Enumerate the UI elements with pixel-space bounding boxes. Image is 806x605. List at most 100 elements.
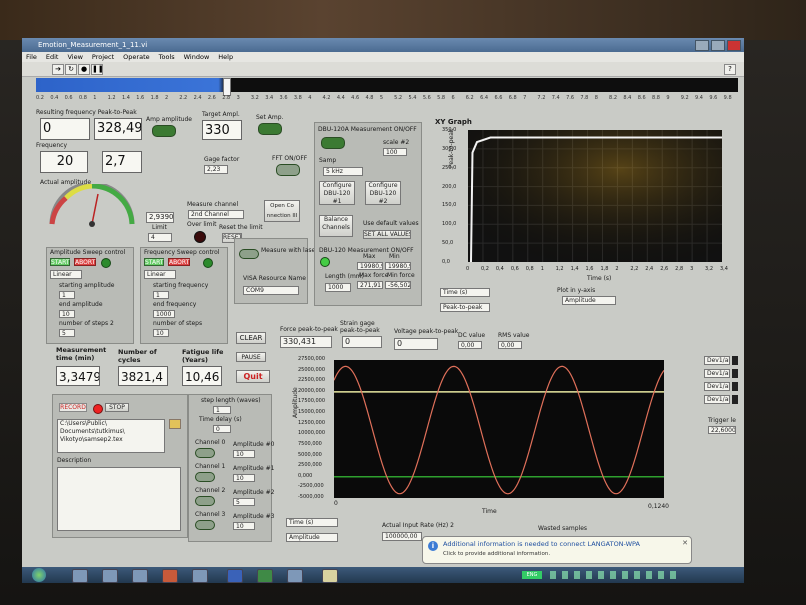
input-rate-label: Actual Input Rate (Hz) 2: [382, 522, 454, 529]
menu-item[interactable]: Operate: [123, 52, 149, 62]
record-button[interactable]: RECORD: [59, 403, 87, 412]
word-icon[interactable]: [227, 569, 243, 583]
samp-select[interactable]: 5 kHz: [323, 167, 363, 176]
balance-channels-button[interactable]: Balance Channels: [319, 215, 353, 237]
starting-frequency-input[interactable]: 1: [153, 291, 169, 299]
start-button[interactable]: [32, 568, 46, 582]
menu-item[interactable]: Edit: [46, 52, 59, 62]
amplitude-steps-label: number of steps 2: [59, 320, 114, 327]
xy-ylabel: Peak-to-peak: [448, 128, 455, 168]
frequency-start-button[interactable]: START: [144, 258, 164, 266]
channel-toggle[interactable]: [195, 472, 215, 482]
wave-legend-amplitude[interactable]: Amplitude: [286, 533, 338, 542]
limit-input[interactable]: 4: [148, 233, 172, 242]
amplitude-abort-button[interactable]: ABORT: [74, 258, 96, 266]
close-button[interactable]: [727, 40, 741, 51]
channel-toggle[interactable]: [195, 496, 215, 506]
abort-icon[interactable]: ●: [78, 64, 90, 75]
excel-icon[interactable]: [257, 569, 273, 583]
plot-y-axis-select[interactable]: Amplitude: [562, 296, 616, 305]
dbu-toggle[interactable]: [321, 137, 345, 149]
menu-item[interactable]: Window: [184, 52, 210, 62]
device-channel-item[interactable]: Dev1/ai3: [704, 395, 730, 404]
folder-icon[interactable]: [169, 419, 181, 429]
pause-button[interactable]: PAUSE: [236, 352, 266, 362]
menu-item[interactable]: View: [67, 52, 82, 62]
minimize-button[interactable]: [695, 40, 709, 51]
time-delay-input[interactable]: 0: [213, 425, 231, 433]
measure-laser-toggle[interactable]: [239, 249, 259, 259]
step-length-input[interactable]: 1: [213, 406, 231, 414]
channel-amplitude-input[interactable]: 5: [233, 498, 255, 506]
xy-x-tick: 0: [466, 266, 470, 272]
menu-item[interactable]: Tools: [159, 52, 175, 62]
quit-button[interactable]: Quit: [236, 370, 270, 383]
set-all-values-button[interactable]: SET ALL VALUES: [363, 230, 411, 239]
target-ampl-input[interactable]: 330: [202, 120, 242, 140]
fft-toggle[interactable]: [276, 164, 300, 176]
progress-slider-thumb[interactable]: [223, 78, 231, 96]
stop-button[interactable]: STOP: [105, 403, 129, 412]
end-frequency-input[interactable]: 1000: [153, 310, 175, 318]
frequency-steps-input[interactable]: 10: [153, 329, 169, 337]
visa-resource-select[interactable]: COM9: [243, 286, 299, 295]
device-channel-item[interactable]: Dev1/ai0: [704, 356, 730, 365]
active-window-icon[interactable]: [322, 569, 338, 583]
open-connection-button[interactable]: Open Co nnection III: [264, 200, 300, 222]
frequency-abort-button[interactable]: ABORT: [168, 258, 190, 266]
powerpoint-icon[interactable]: [162, 569, 178, 583]
amplitude-mode-select[interactable]: Linear: [50, 270, 82, 279]
notification-title: Additional information is needed to conn…: [443, 540, 641, 548]
channel-toggle[interactable]: [195, 448, 215, 458]
device-channel-item[interactable]: Dev1/ai2: [704, 382, 730, 391]
xy-legend-peak[interactable]: Peak-to-peak: [440, 303, 490, 312]
menu-item[interactable]: Help: [218, 52, 233, 62]
description-input[interactable]: [57, 467, 181, 531]
menu-item[interactable]: Project: [92, 52, 114, 62]
frequency-input[interactable]: 20: [40, 151, 88, 173]
labview-icon[interactable]: [192, 569, 208, 583]
device-channel-item[interactable]: Dev1/ai1: [704, 369, 730, 378]
configure-dbu1-button[interactable]: Configure DBU-120 #1: [319, 181, 355, 205]
run-continuous-icon[interactable]: ↻: [65, 64, 77, 75]
end-amplitude-input[interactable]: 10: [59, 310, 75, 318]
dbu-scale-input[interactable]: 100: [383, 148, 407, 156]
trigger-input[interactable]: 22,6000: [708, 426, 736, 434]
progress-slider-track[interactable]: [36, 78, 738, 92]
channel-amplitude-input[interactable]: 10: [233, 474, 255, 482]
length-input[interactable]: 1000: [325, 283, 351, 292]
channel-toggle[interactable]: [195, 520, 215, 530]
explorer-icon[interactable]: [72, 569, 88, 583]
language-indicator[interactable]: ENG: [522, 571, 542, 579]
scale-tick-label: 2: [164, 95, 169, 101]
network-notification[interactable]: i Additional information is needed to co…: [422, 536, 692, 564]
maximize-button[interactable]: [711, 40, 725, 51]
xy-legend-time[interactable]: Time (s): [440, 288, 490, 297]
menu-item[interactable]: File: [26, 52, 37, 62]
amplitude-start-button[interactable]: START: [50, 258, 70, 266]
set-amp-toggle[interactable]: [258, 123, 282, 135]
system-tray-icons[interactable]: [550, 571, 680, 579]
configure-dbu2-button[interactable]: Configure DBU-120 #2: [365, 181, 401, 205]
measure-channel-select[interactable]: 2nd Channel: [188, 210, 244, 219]
run-arrow-icon[interactable]: ➔: [52, 64, 64, 75]
starting-amplitude-input[interactable]: 1: [59, 291, 75, 299]
amp-amplitude-toggle[interactable]: [152, 125, 176, 137]
folder-taskbar-icon[interactable]: [102, 569, 118, 583]
frequency-mode-select[interactable]: Linear: [144, 270, 176, 279]
dbu-max-label: Max: [363, 253, 376, 260]
scale-tick-label: 4: [308, 95, 312, 101]
record-path-input[interactable]: C:\Users\Public\ Documents\tutkimus\ Vik…: [57, 419, 165, 453]
channel-amplitude-input[interactable]: 10: [233, 450, 255, 458]
help-icon[interactable]: ?: [724, 64, 736, 75]
clear-button[interactable]: CLEAR: [236, 332, 266, 344]
gage-factor-input[interactable]: 2,23: [204, 165, 228, 174]
amplitude-steps-input[interactable]: 5: [59, 329, 75, 337]
pause-icon[interactable]: ❚❚: [91, 64, 104, 75]
notification-close-icon[interactable]: ✕: [682, 539, 688, 547]
channel-amplitude-input[interactable]: 10: [233, 522, 255, 530]
wave-legend-time[interactable]: Time (s): [286, 518, 338, 527]
xy-x-tick: 2,4: [645, 266, 654, 272]
app-icon[interactable]: [287, 569, 303, 583]
media-player-icon[interactable]: [132, 569, 148, 583]
